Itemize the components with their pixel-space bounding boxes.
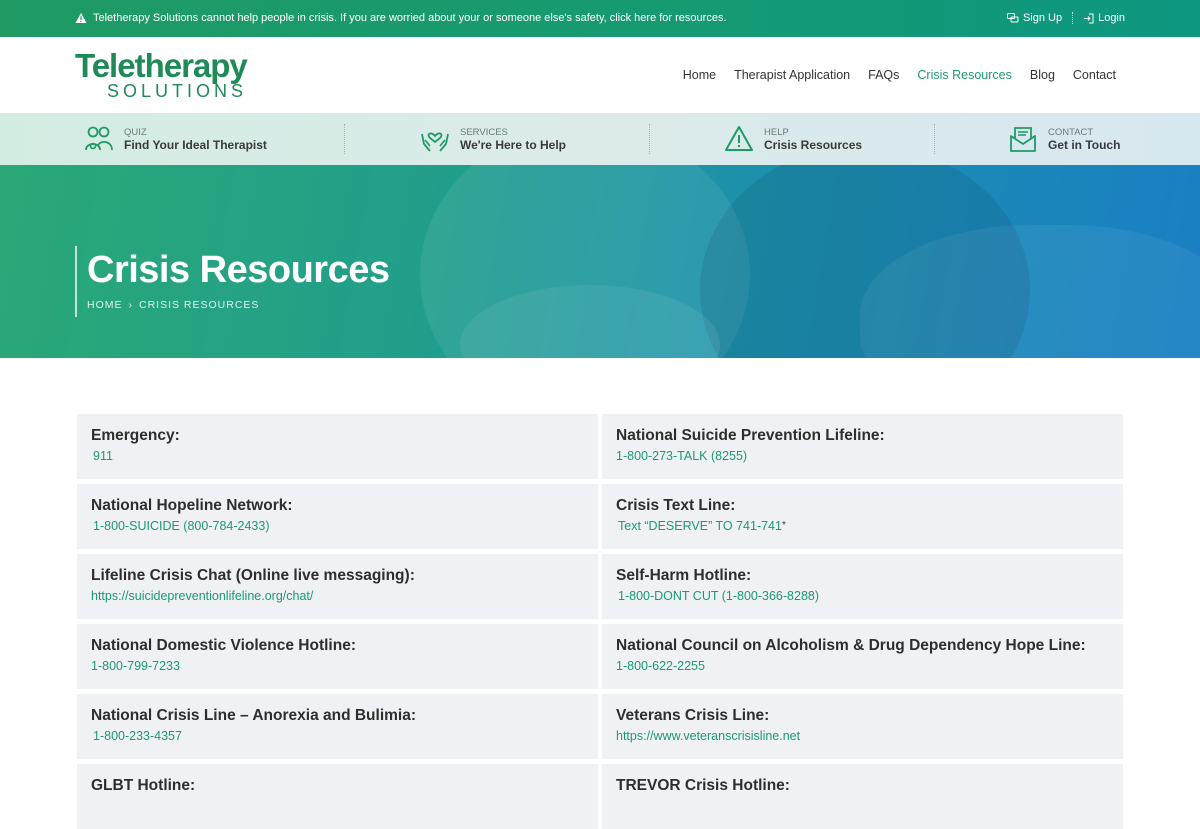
resource-card: National Suicide Prevention Lifeline: 1-… bbox=[602, 414, 1123, 479]
login-link[interactable]: Login bbox=[1083, 12, 1125, 24]
nav-blog[interactable]: Blog bbox=[1030, 68, 1055, 82]
quick-link-help[interactable]: HELP Crisis Resources bbox=[724, 123, 862, 155]
warning-icon bbox=[75, 13, 87, 23]
quick-link-contact[interactable]: CONTACT Get in Touch bbox=[1008, 123, 1120, 155]
resource-card: Self-Harm Hotline: 1-800-DONT CUT (1-800… bbox=[602, 554, 1123, 619]
resource-card: National Council on Alcoholism & Drug De… bbox=[602, 624, 1123, 689]
resource-card: GLBT Hotline: bbox=[77, 764, 598, 829]
strip-divider bbox=[649, 124, 650, 154]
resource-title: Lifeline Crisis Chat (Online live messag… bbox=[91, 567, 415, 584]
resource-title: Emergency: bbox=[91, 427, 180, 444]
resource-title: National Crisis Line – Anorexia and Buli… bbox=[91, 707, 417, 724]
resource-link[interactable]: 1-800-622-2255 bbox=[616, 659, 705, 673]
quick-link-title[interactable]: Find Your Ideal Therapist bbox=[124, 139, 267, 151]
nav-contact[interactable]: Contact bbox=[1073, 68, 1116, 82]
nav-home[interactable]: Home bbox=[683, 68, 716, 82]
resource-card: Crisis Text Line: Text “DESERVE” TO 741-… bbox=[602, 484, 1123, 549]
quick-link-title[interactable]: Crisis Resources bbox=[764, 139, 862, 151]
breadcrumb-home[interactable]: HOME bbox=[87, 299, 123, 311]
resource-title: Self-Harm Hotline: bbox=[616, 567, 752, 584]
site-logo[interactable]: Teletherapy SOLUTIONS bbox=[75, 49, 275, 101]
resource-link[interactable]: https://www.veteranscrisisline.net bbox=[616, 729, 800, 743]
resource-title: TREVOR Crisis Hotline: bbox=[616, 777, 790, 794]
resource-link[interactable]: https://suicidepreventionlifeline.org/ch… bbox=[91, 589, 313, 603]
resource-card: National Crisis Line – Anorexia and Buli… bbox=[77, 694, 598, 759]
strip-divider bbox=[344, 124, 345, 154]
warning-triangle-icon bbox=[725, 126, 753, 151]
page-title: Crisis Resources bbox=[87, 249, 390, 291]
resource-card: TREVOR Crisis Hotline: bbox=[602, 764, 1123, 829]
quick-link-title[interactable]: We're Here to Help bbox=[460, 139, 566, 151]
resource-title: National Suicide Prevention Lifeline: bbox=[616, 427, 885, 444]
quick-links-strip: QUIZ Find Your Ideal Therapist SERVICES … bbox=[0, 113, 1200, 165]
envelope-icon bbox=[1010, 127, 1036, 152]
resource-title: National Council on Alcoholism & Drug De… bbox=[616, 637, 1086, 654]
resource-link[interactable]: 1-800-799-7233 bbox=[91, 659, 180, 673]
resource-title: National Hopeline Network: bbox=[91, 497, 293, 514]
logo-wordmark-bottom: SOLUTIONS bbox=[107, 81, 248, 101]
strip-divider bbox=[934, 124, 935, 154]
resource-card: Veterans Crisis Line: https://www.vetera… bbox=[602, 694, 1123, 759]
resource-title: National Domestic Violence Hotline: bbox=[91, 637, 356, 654]
resource-title: Veterans Crisis Line: bbox=[616, 707, 770, 724]
resource-link[interactable]: Text “DESERVE” TO 741-741 bbox=[618, 519, 782, 533]
sign-up-link[interactable]: Sign Up bbox=[1006, 12, 1062, 24]
nav-faqs[interactable]: FAQs bbox=[868, 68, 899, 82]
site-header: Teletherapy SOLUTIONS Home Therapist App… bbox=[0, 37, 1200, 113]
hands-heart-icon bbox=[421, 132, 449, 152]
resource-link[interactable]: 1-800-DONT CUT (1-800-366-8288) bbox=[618, 589, 819, 603]
breadcrumb-current: CRISIS RESOURCES bbox=[139, 299, 260, 311]
resource-card: Lifeline Crisis Chat (Online live messag… bbox=[77, 554, 598, 619]
resource-card: National Domestic Violence Hotline: 1-80… bbox=[77, 624, 598, 689]
footnote-marker: * bbox=[781, 520, 786, 531]
alert-divider bbox=[1072, 12, 1074, 24]
sign-up-label[interactable]: Sign Up bbox=[1023, 12, 1062, 24]
crisis-alert-bar: Teletherapy Solutions cannot help people… bbox=[0, 0, 1200, 37]
logo-wordmark-top: Teletherapy bbox=[75, 47, 248, 84]
people-icon bbox=[85, 126, 113, 151]
resource-card: National Hopeline Network: 1-800-SUICIDE… bbox=[77, 484, 598, 549]
crisis-alert-link[interactable]: Teletherapy Solutions cannot help people… bbox=[75, 12, 727, 24]
resource-link[interactable]: 1-800-273-TALK (8255) bbox=[616, 449, 747, 463]
crisis-alert-message[interactable]: Teletherapy Solutions cannot help people… bbox=[93, 12, 727, 24]
main-nav: Home Therapist Application FAQs Crisis R… bbox=[683, 68, 1116, 82]
login-icon bbox=[1084, 13, 1094, 23]
page-hero: Crisis Resources HOME › CRISIS RESOURCES bbox=[0, 165, 1200, 358]
resource-link[interactable]: 911 bbox=[93, 449, 113, 463]
resource-title: GLBT Hotline: bbox=[91, 777, 196, 794]
chat-icon bbox=[1006, 12, 1019, 22]
nav-crisis-resources[interactable]: Crisis Resources bbox=[917, 68, 1011, 82]
quick-link-title[interactable]: Get in Touch bbox=[1048, 139, 1120, 151]
quick-link-quiz[interactable]: QUIZ Find Your Ideal Therapist bbox=[84, 123, 267, 155]
resource-card: Emergency: 911 bbox=[77, 414, 598, 479]
quick-link-services[interactable]: SERVICES We're Here to Help bbox=[420, 123, 566, 155]
breadcrumb-chevron-icon: › bbox=[128, 299, 133, 311]
breadcrumb: HOME › CRISIS RESOURCES bbox=[87, 299, 259, 311]
hero-accent-bar bbox=[75, 246, 77, 317]
resource-title: Crisis Text Line: bbox=[616, 497, 736, 514]
login-label[interactable]: Login bbox=[1098, 12, 1125, 24]
nav-therapist-application[interactable]: Therapist Application bbox=[734, 68, 850, 82]
resource-link[interactable]: 1-800-233-4357 bbox=[93, 729, 182, 743]
resource-link[interactable]: 1-800-SUICIDE (800-784-2433) bbox=[93, 519, 269, 533]
